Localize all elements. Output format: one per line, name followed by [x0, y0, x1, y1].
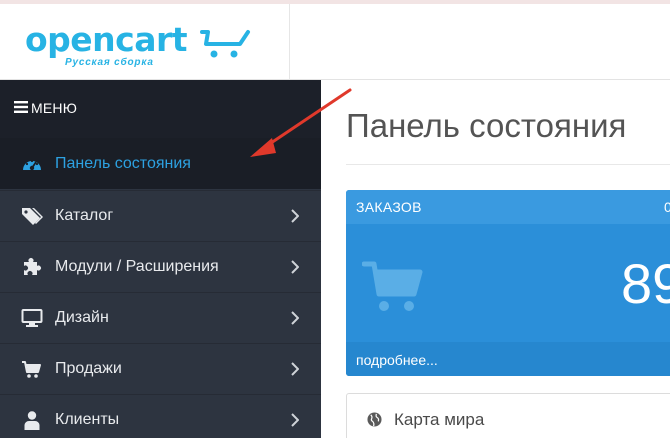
dashboard-icon: [23, 159, 41, 171]
logo-wordmark: opencart: [25, 20, 188, 59]
page-title: Панель состояния: [346, 107, 627, 144]
main-content: Панель состояния ЗАКАЗОВ 0 89 подробнее.…: [321, 80, 670, 438]
sidebar-item-label: Продажи: [55, 360, 122, 377]
orders-tile: ЗАКАЗОВ 0 89 подробнее...: [346, 190, 670, 376]
monitor-icon: [21, 309, 43, 327]
bars-icon: [14, 101, 28, 113]
globe-icon: [367, 412, 382, 427]
tile-body: 89: [346, 224, 670, 342]
sidebar-item-customers[interactable]: Клиенты: [0, 394, 321, 438]
sidebar-item-label: Панель состояния: [55, 155, 191, 172]
sidebar: МЕНЮ Панель состояния Каталог Модули / Р…: [0, 80, 321, 438]
sidebar-item-modules[interactable]: Модули / Расширения: [0, 241, 321, 292]
tile-header: ЗАКАЗОВ 0: [346, 190, 670, 224]
divider: [346, 164, 670, 165]
chevron-right-icon: [291, 413, 299, 427]
user-icon: [24, 411, 40, 430]
sidebar-item-label: Модули / Расширения: [55, 258, 219, 275]
header: opencart Русская сборка: [0, 4, 670, 80]
sidebar-item-label: Клиенты: [55, 411, 120, 428]
menu-toggle[interactable]: МЕНЮ: [0, 80, 321, 138]
logo-tagline: Русская сборка: [65, 57, 154, 68]
tile-heading: ЗАКАЗОВ: [356, 199, 422, 215]
world-map-panel: Карта мира: [346, 393, 670, 438]
menu-label: МЕНЮ: [31, 100, 78, 116]
logo-cart-icon: [200, 30, 250, 58]
shopping-cart-icon: [362, 261, 423, 311]
chevron-right-icon: [291, 260, 299, 274]
sidebar-item-dashboard[interactable]: Панель состояния: [0, 138, 321, 189]
puzzle-icon: [24, 258, 41, 275]
chevron-right-icon: [291, 209, 299, 223]
more-link[interactable]: подробнее...: [356, 352, 438, 368]
tile-footer: подробнее...: [346, 342, 670, 376]
logo[interactable]: opencart Русская сборка: [0, 4, 290, 80]
admin-page: opencart Русская сборка МЕНЮ Панель сост…: [0, 0, 670, 438]
orders-count: 89: [621, 252, 670, 315]
sidebar-item-label: Дизайн: [55, 309, 109, 326]
sidebar-item-design[interactable]: Дизайн: [0, 292, 321, 343]
tile-percent: 0: [664, 199, 670, 215]
sidebar-item-sales[interactable]: Продажи: [0, 343, 321, 394]
tags-icon: [22, 208, 43, 225]
chevron-right-icon: [291, 362, 299, 376]
sidebar-item-label: Каталог: [55, 207, 114, 224]
sidebar-item-catalog[interactable]: Каталог: [0, 190, 321, 241]
cart-icon: [22, 361, 41, 378]
panel-heading: Карта мира: [394, 410, 485, 429]
chevron-right-icon: [291, 311, 299, 325]
